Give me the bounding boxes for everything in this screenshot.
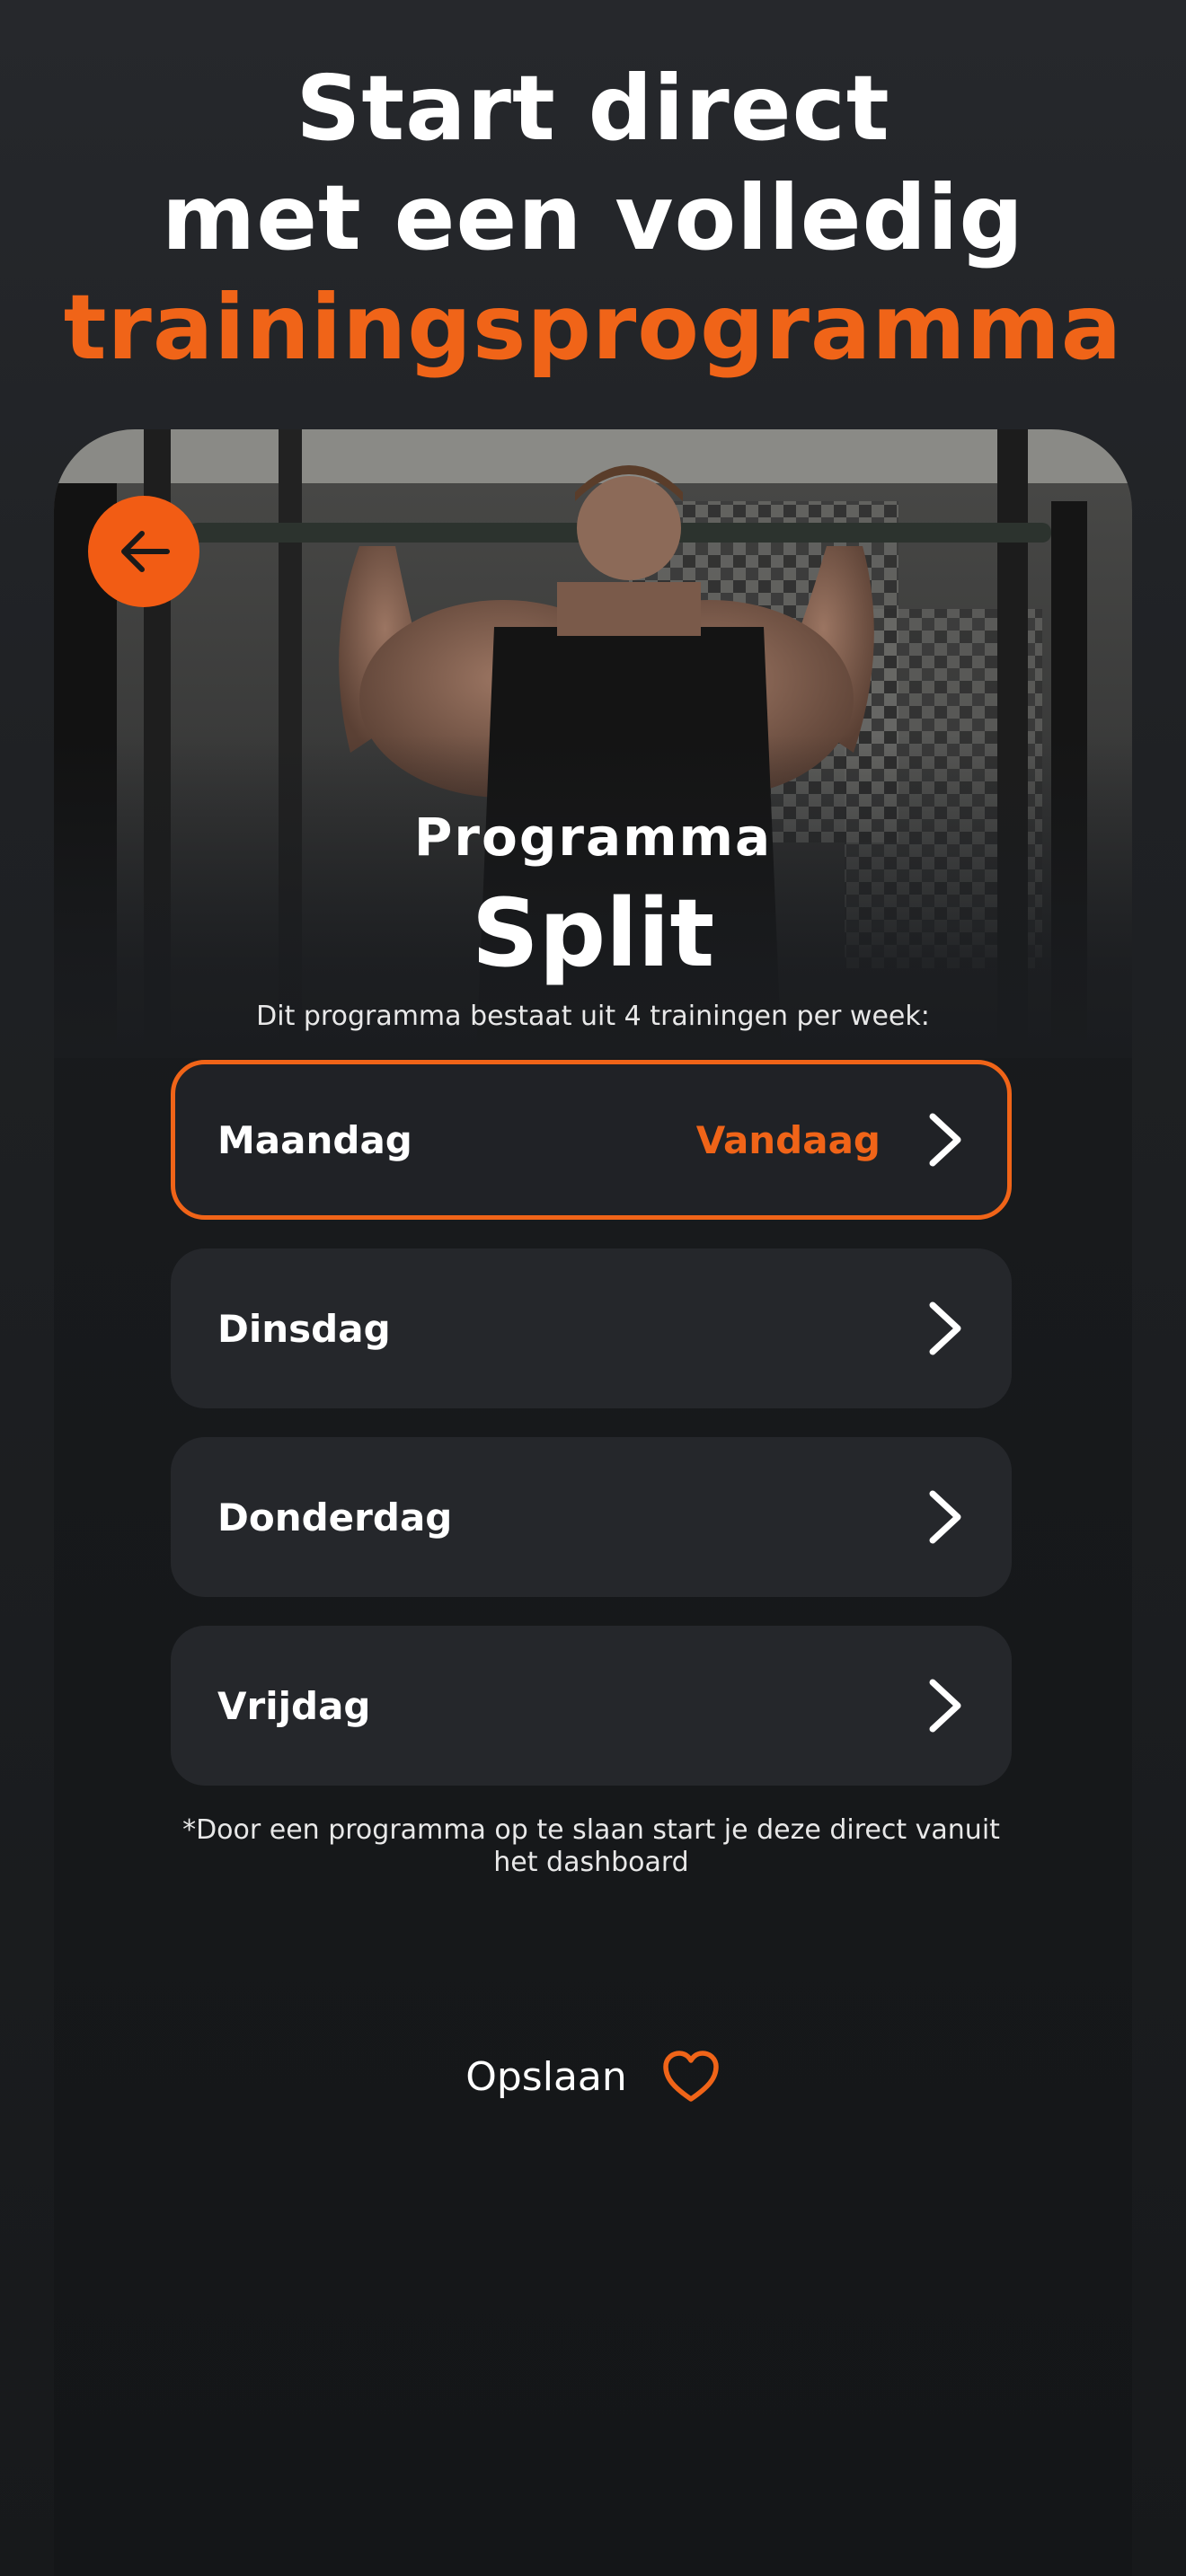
back-button[interactable] [88,496,199,607]
program-label: Programma [413,807,773,868]
save-button[interactable]: Opslaan [54,2050,1132,2104]
save-label: Opslaan [465,2053,627,2100]
headline-line-1: Start direct [296,56,890,161]
arrow-left-icon [121,531,170,572]
program-title: Split [471,878,715,988]
chevron-right-icon [925,1677,965,1734]
today-badge: Vandaag [695,1117,881,1162]
training-day-list: Maandag Vandaag Dinsdag Donderdag Vrijda… [171,1060,1012,1814]
phone-screen: Programma Split Dit programma bestaat ui… [54,429,1132,2576]
chevron-right-icon [925,1111,965,1169]
promo-headline: Start direct met een volledig trainingsp… [0,54,1186,383]
save-footnote: *Door een programma op te slaan start je… [182,1814,1000,1878]
page: Start direct met een volledig trainingsp… [0,0,1186,2576]
headline-line-2: met een volledig [162,165,1024,270]
day-label: Maandag [217,1117,412,1162]
day-card-dinsdag[interactable]: Dinsdag [171,1248,1012,1408]
day-card-donderdag[interactable]: Donderdag [171,1437,1012,1597]
headline-line-3: trainingsprogramma [63,275,1123,380]
chevron-right-icon [925,1488,965,1546]
program-description: Dit programma bestaat uit 4 trainingen p… [256,1001,930,1032]
day-card-vrijdag[interactable]: Vrijdag [171,1626,1012,1786]
day-label: Dinsdag [217,1306,391,1351]
heart-outline-icon [661,2050,721,2104]
day-label: Vrijdag [217,1683,371,1728]
day-label: Donderdag [217,1495,453,1539]
day-card-maandag[interactable]: Maandag Vandaag [171,1060,1012,1220]
chevron-right-icon [925,1300,965,1357]
